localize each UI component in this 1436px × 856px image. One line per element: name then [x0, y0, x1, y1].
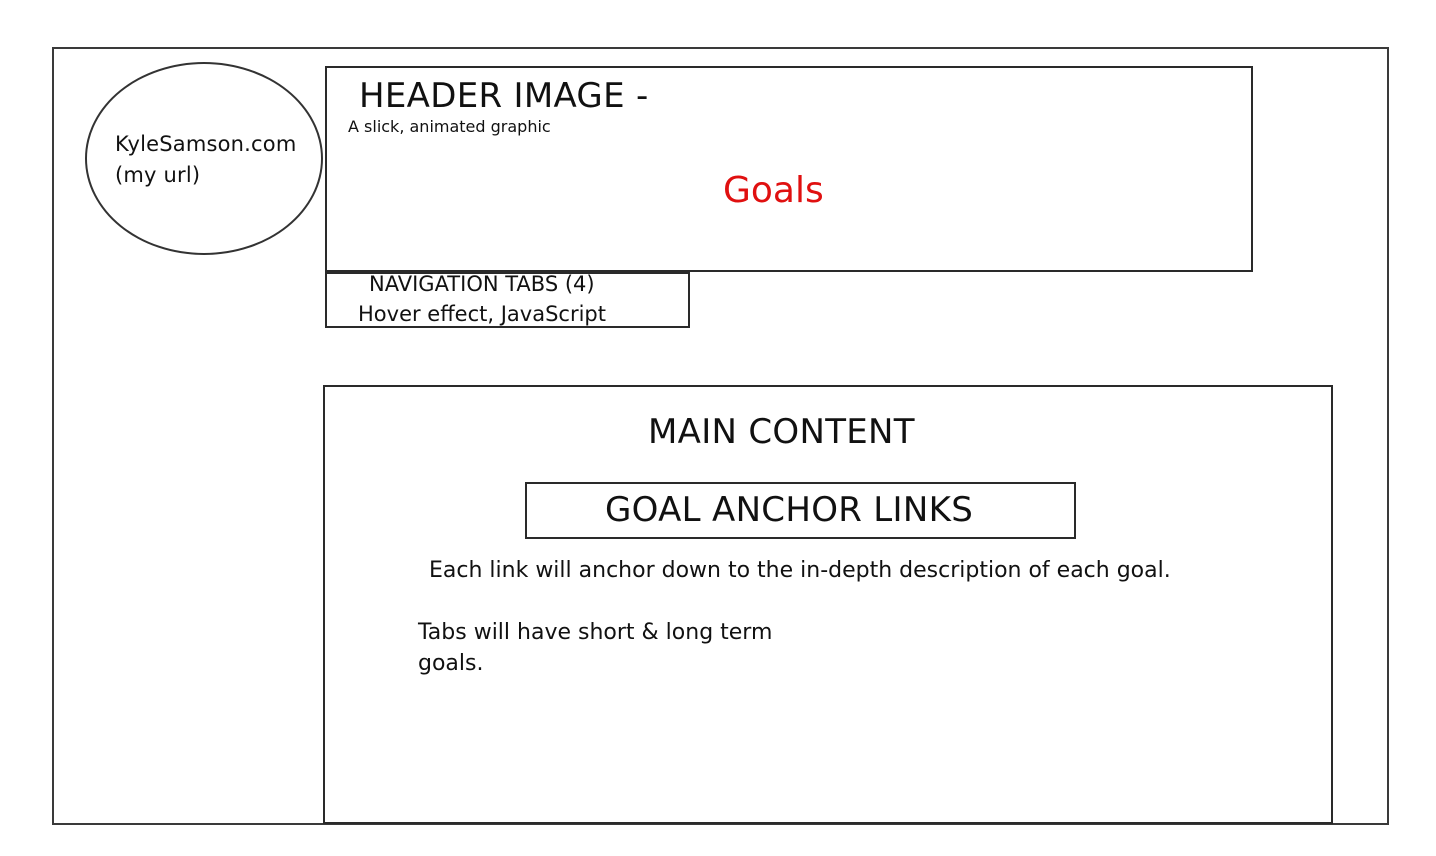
logo-url-label: KyleSamson.com: [115, 132, 297, 156]
tabs-description: Tabs will have short & long term goals.: [418, 617, 838, 679]
logo-url-note: (my url): [115, 163, 201, 187]
tabs-description-line2: goals.: [418, 651, 484, 676]
goal-anchor-links-label: GOAL ANCHOR LINKS: [605, 490, 974, 530]
navigation-tabs-title: NAVIGATION TABS (4): [369, 272, 595, 296]
anchor-description: Each link will anchor down to the in-dep…: [429, 558, 1171, 583]
header-image-title: HEADER IMAGE -: [359, 76, 649, 116]
header-image-subtitle: A slick, animated graphic: [348, 117, 551, 136]
goals-page-label: Goals: [723, 170, 824, 211]
main-content-title: MAIN CONTENT: [648, 412, 915, 452]
navigation-tabs-note: Hover effect, JavaScript: [358, 302, 607, 326]
logo-text: KyleSamson.com (my url): [115, 129, 297, 191]
tabs-description-line1: Tabs will have short & long term: [418, 620, 773, 645]
